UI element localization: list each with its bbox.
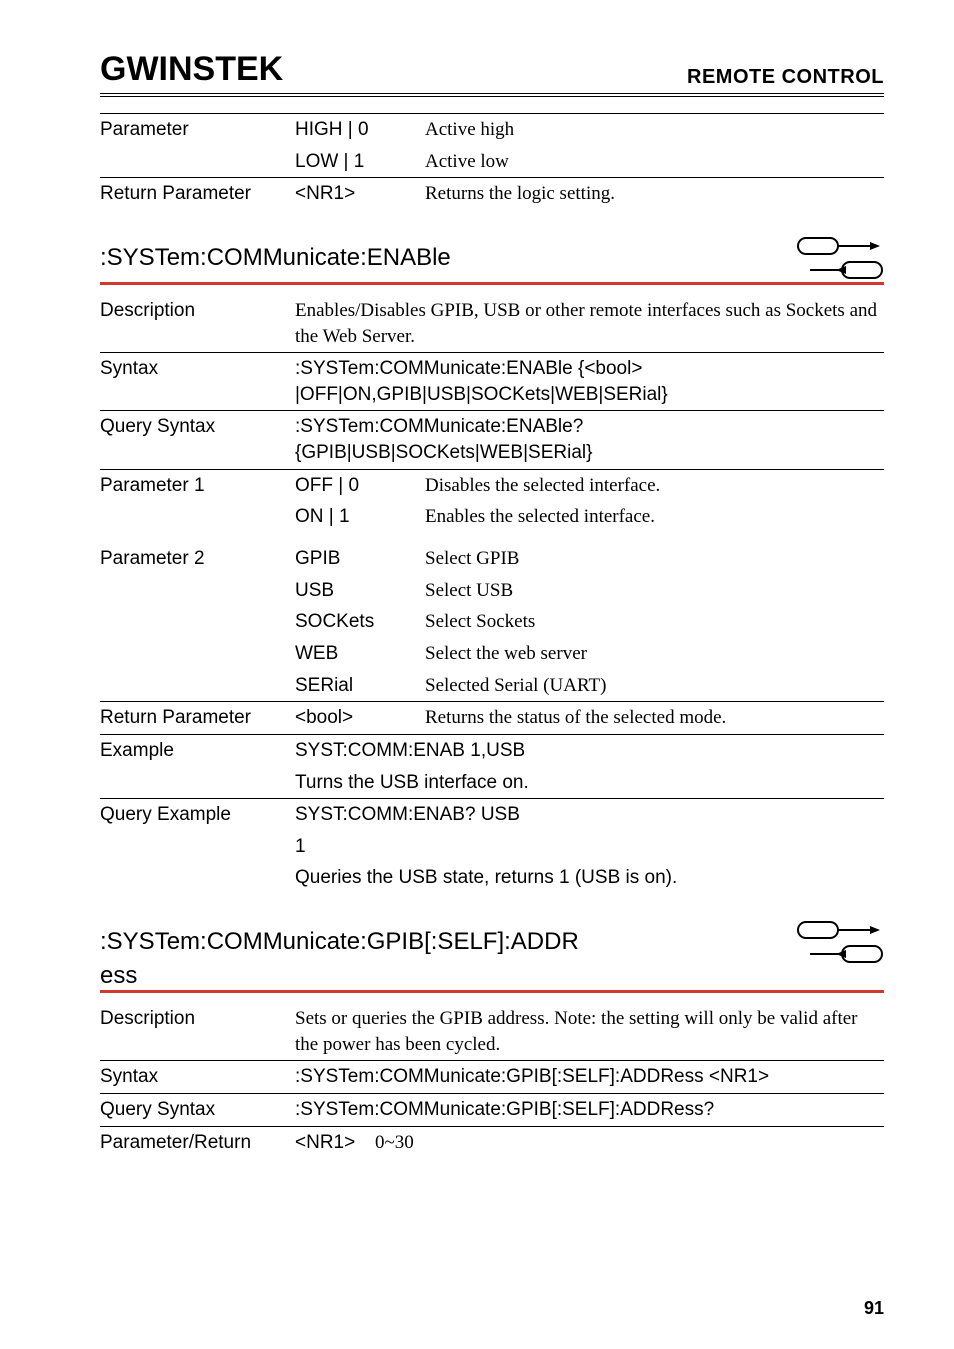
syntax-text: :SYSTem:COMMunicate:GPIB[:SELF]:ADDRess … [295,1061,884,1094]
param: SERial [295,670,425,702]
desc: Select GPIB [425,543,884,575]
logo: GWINSTEK [100,50,283,89]
section-title: REMOTE CONTROL [687,66,884,89]
section-title-continuation: ess [100,962,884,990]
set-query-icon [796,920,884,964]
param: USB [295,575,425,607]
param: <NR1> [295,178,425,210]
label [100,501,295,533]
label: Description [100,1003,295,1061]
section-title-text: :SYSTem:COMMunicate:ENABle [100,244,451,272]
section-underline [100,990,884,993]
label: Return Parameter [100,178,295,210]
set-query-icon [796,236,884,280]
label: Query Example [100,799,295,831]
spec-table-gpib-addr: Description Sets or queries the GPIB add… [100,1003,884,1158]
page-header: GWINSTEK REMOTE CONTROL [100,50,884,97]
spec-table-enable: Description Enables/Disables GPIB, USB o… [100,295,884,894]
desc: Returns the logic setting. [425,178,884,210]
label: Query Syntax [100,411,295,469]
label: Parameter 2 [100,543,295,575]
query-example-text: 1 [295,831,884,863]
label [100,862,295,894]
query-example-text: Queries the USB state, returns 1 (USB is… [295,862,884,894]
label: Return Parameter [100,702,295,735]
param: OFF | 0 [295,469,425,501]
section-underline [100,282,884,285]
section-heading-enable: :SYSTem:COMMunicate:ENABle [100,236,884,280]
label: Parameter 1 [100,469,295,501]
example-text: Turns the USB interface on. [295,767,884,799]
label: Description [100,295,295,353]
param: HIGH | 0 [295,114,425,146]
desc: 0~30 [375,1126,884,1158]
desc: Select USB [425,575,884,607]
desc: Active low [425,146,884,178]
spec-table-block0: Parameter HIGH | 0 Active high LOW | 1 A… [100,113,884,210]
desc: Sets or queries the GPIB address. Note: … [295,1003,884,1061]
page-number: 91 [864,1298,884,1319]
section-heading-gpib-addr: :SYSTem:COMMunicate:GPIB[:SELF]:ADDR [100,920,884,964]
query-example-text: SYST:COMM:ENAB? USB [295,799,884,831]
query-syntax-text: :SYSTem:COMMunicate:GPIB[:SELF]:ADDRess? [295,1094,884,1127]
label [100,638,295,670]
param: LOW | 1 [295,146,425,178]
label: Example [100,734,295,766]
desc: Enables the selected interface. [425,501,884,533]
label [100,767,295,799]
desc: Enables/Disables GPIB, USB or other remo… [295,295,884,353]
param: SOCKets [295,606,425,638]
query-syntax-text: :SYSTem:COMMunicate:ENABle? {GPIB|USB|SO… [295,411,884,469]
label [100,606,295,638]
label: Syntax [100,353,295,411]
label [100,670,295,702]
label [100,575,295,607]
param: GPIB [295,543,425,575]
desc: Selected Serial (UART) [425,670,884,702]
desc: Returns the status of the selected mode. [425,702,884,735]
example-text: SYST:COMM:ENAB 1,USB [295,734,884,766]
desc: Active high [425,114,884,146]
label: Parameter [100,114,295,146]
desc: Select the web server [425,638,884,670]
syntax-text: :SYSTem:COMMunicate:ENABle {<bool> |OFF|… [295,353,884,411]
label [100,146,295,178]
param: ON | 1 [295,501,425,533]
logo-text: GWINSTEK [100,50,283,88]
desc: Disables the selected interface. [425,469,884,501]
param: <NR1> [295,1126,375,1158]
param: <bool> [295,702,425,735]
label [100,831,295,863]
label: Syntax [100,1061,295,1094]
desc: Select Sockets [425,606,884,638]
label: Query Syntax [100,1094,295,1127]
label: Parameter/Return [100,1126,295,1158]
param: WEB [295,638,425,670]
section-title-text: :SYSTem:COMMunicate:GPIB[:SELF]:ADDR [100,928,579,956]
